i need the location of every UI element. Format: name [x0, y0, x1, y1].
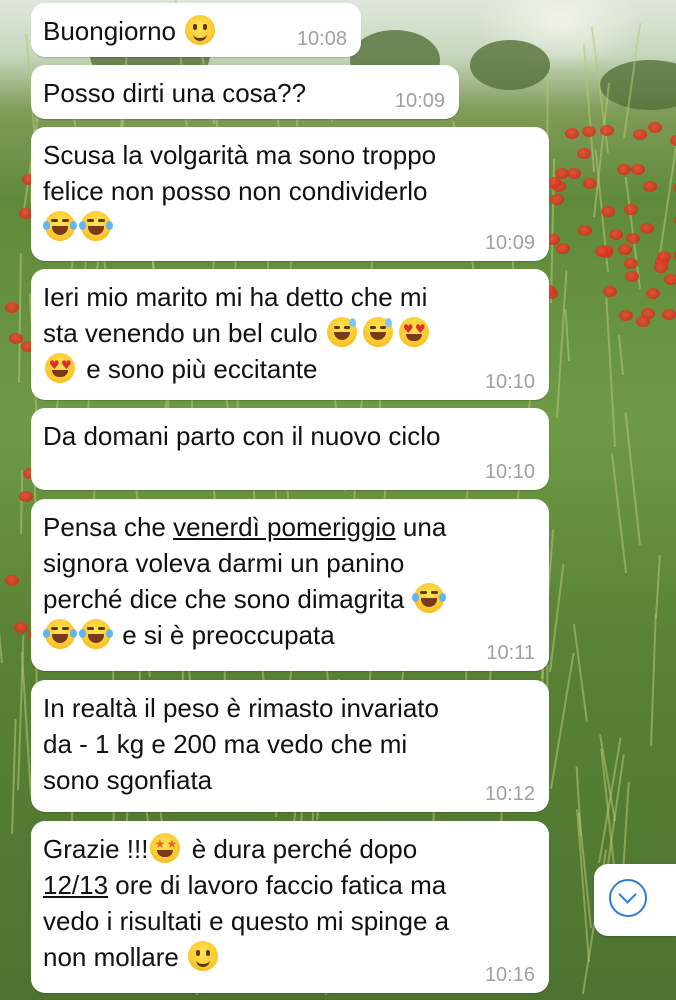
tears-of-joy-emoji-icon: [79, 211, 113, 241]
tears-of-joy-emoji-icon: [79, 619, 113, 649]
message-bubble[interactable]: In realtà il peso è rimasto invariato da…: [31, 680, 549, 812]
star-struck-emoji-icon: ★ ★: [150, 833, 181, 863]
message-text: Scusa la volgarità ma sono troppo felice…: [43, 137, 535, 245]
smiling-face-emoji-icon: [188, 941, 219, 971]
message-bubble[interactable]: Da domani parto con il nuovo ciclo 10:10: [31, 408, 549, 490]
message-bubble[interactable]: Pensa che venerdì pomeriggio una signora…: [31, 499, 549, 671]
message-text: In realtà il peso è rimasto invariato da…: [43, 693, 439, 795]
sweat-smile-emoji-icon: [326, 317, 357, 347]
message-time: 10:08: [296, 28, 347, 50]
scroll-to-bottom-button[interactable]: [594, 864, 676, 936]
message-text: Da domani parto con il nuovo ciclo: [43, 421, 441, 451]
heart-eyes-emoji-icon: ♥ ♥: [398, 317, 429, 347]
message-bubble[interactable]: Scusa la volgarità ma sono troppo felice…: [31, 127, 549, 261]
chevron-down-circle-icon: [609, 879, 647, 917]
message-time: 10:09: [394, 90, 445, 112]
message-text: Pensa che venerdì pomeriggio una signora…: [43, 512, 447, 650]
message-time: 10:10: [484, 461, 535, 483]
smiling-face-emoji-icon: [185, 15, 216, 45]
tears-of-joy-emoji-icon: [43, 211, 77, 241]
message-time: 10:09: [484, 232, 535, 254]
message-time: 10:12: [484, 783, 535, 805]
message-bubble[interactable]: Buongiorno 10:08: [31, 3, 361, 57]
message-bubble[interactable]: Ieri mio marito mi ha detto che mi sta v…: [31, 269, 549, 400]
message-time: 10:16: [484, 964, 535, 986]
underlined-text: venerdì pomeriggio: [173, 512, 396, 542]
message-text: Posso dirti una cosa??: [43, 78, 307, 108]
message-text: Ieri mio marito mi ha detto che mi sta v…: [43, 282, 429, 384]
sweat-smile-emoji-icon: [362, 317, 393, 347]
message-bubble[interactable]: Grazie !!! ★ ★ è dura perché dopo 12/13 or…: [31, 821, 549, 993]
message-text: Grazie !!! ★ ★ è dura perché dopo 12/13 or…: [43, 833, 450, 972]
tears-of-joy-emoji-icon: [43, 619, 77, 649]
tears-of-joy-emoji-icon: [411, 583, 446, 613]
heart-eyes-emoji-icon: ♥ ♥: [45, 353, 75, 383]
message-time: 10:11: [486, 642, 535, 664]
message-time: 10:10: [484, 371, 535, 393]
message-bubble[interactable]: Posso dirti una cosa?? 10:09: [31, 65, 459, 119]
underlined-text: 12/13: [43, 870, 109, 900]
